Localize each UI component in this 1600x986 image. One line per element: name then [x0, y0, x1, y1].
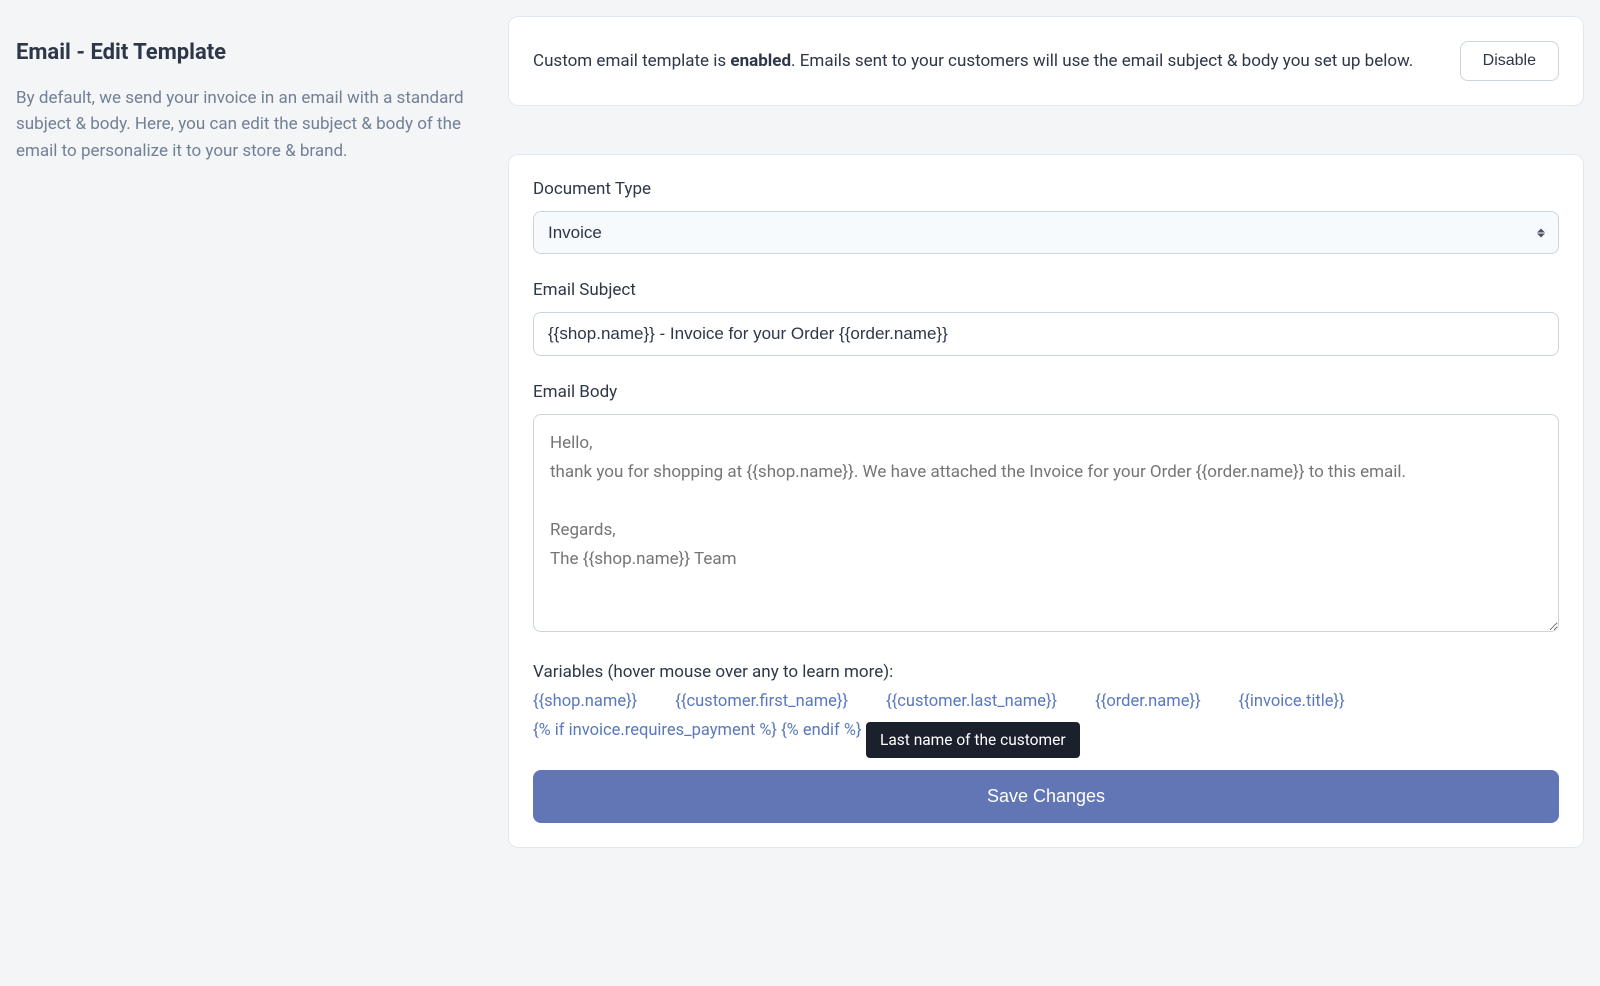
- variable-shop-name[interactable]: {{shop.name}}: [533, 692, 637, 711]
- form-card: Document Type Invoice Email Subject Emai…: [508, 154, 1584, 848]
- body-textarea[interactable]: [533, 414, 1559, 632]
- variable-invoice-title[interactable]: {{invoice.title}}: [1239, 692, 1345, 711]
- variable-customer-first-name[interactable]: {{customer.first_name}}: [675, 692, 848, 711]
- variable-if-requires-payment[interactable]: {% if invoice.requires_payment %} {% end…: [533, 721, 862, 740]
- page-title: Email - Edit Template: [16, 40, 476, 65]
- status-text: Custom email template is enabled. Emails…: [533, 48, 1413, 74]
- variables-list: {{shop.name}} {{customer.first_name}} {{…: [533, 692, 1559, 740]
- disable-button[interactable]: Disable: [1460, 41, 1559, 81]
- doc-type-label: Document Type: [533, 179, 1559, 199]
- page-description: By default, we send your invoice in an e…: [16, 85, 476, 164]
- status-suffix: . Emails sent to your customers will use…: [791, 51, 1413, 71]
- variable-order-name[interactable]: {{order.name}}: [1095, 692, 1201, 711]
- variable-tooltip: Last name of the customer: [866, 722, 1080, 758]
- subject-input[interactable]: [533, 312, 1559, 356]
- status-enabled-word: enabled: [730, 51, 791, 71]
- status-prefix: Custom email template is: [533, 51, 730, 71]
- variables-label: Variables (hover mouse over any to learn…: [533, 662, 1559, 682]
- doc-type-select[interactable]: Invoice: [533, 211, 1559, 254]
- body-label: Email Body: [533, 382, 1559, 402]
- variable-customer-last-name[interactable]: {{customer.last_name}}: [886, 692, 1057, 711]
- subject-label: Email Subject: [533, 280, 1559, 300]
- save-button[interactable]: Save Changes: [533, 770, 1559, 823]
- status-card: Custom email template is enabled. Emails…: [508, 16, 1584, 106]
